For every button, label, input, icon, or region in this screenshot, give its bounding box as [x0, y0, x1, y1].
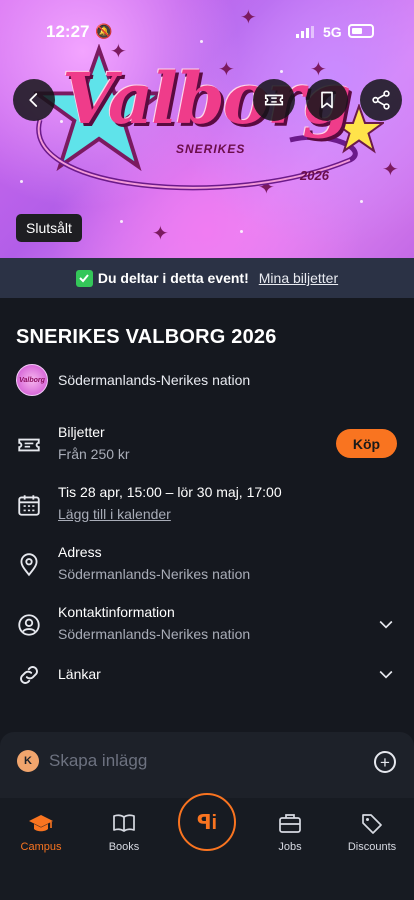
tickets-label: Biljetter — [58, 424, 105, 440]
user-avatar: K — [17, 750, 39, 772]
nav-home-logo[interactable]: ꟼi — [178, 793, 236, 851]
location-icon — [20, 553, 38, 577]
status-time: 12:27 — [46, 22, 90, 41]
tickets-price: Från 250 kr — [58, 446, 130, 462]
my-tickets-link[interactable]: Mina biljetter — [259, 270, 338, 286]
create-post-bar[interactable]: K Skapa inlägg + — [0, 732, 414, 798]
address-value: Södermanlands-Nerikes nation — [58, 566, 251, 582]
add-to-calendar-link[interactable]: Lägg till i kalender — [58, 506, 171, 522]
date-row: Tis 28 apr, 15:00 – lör 30 maj, 17:00 Lä… — [16, 484, 398, 528]
tickets-button[interactable] — [253, 79, 295, 121]
status-bar: 12:27 🔕 5G — [0, 20, 414, 46]
create-post-input[interactable]: Skapa inlägg — [49, 751, 147, 771]
graduation-cap-icon — [29, 815, 53, 832]
ticket-icon — [264, 94, 284, 106]
chevron-down-icon[interactable] — [376, 664, 396, 684]
organizer[interactable]: Valborg Södermanlands-Nerikes nation — [16, 364, 250, 396]
ticket-icon — [18, 438, 40, 452]
bookmark-icon — [321, 91, 333, 109]
links-label: Länkar — [58, 666, 101, 682]
mute-icon: 🔕 — [95, 23, 113, 39]
chevron-down-icon[interactable] — [376, 614, 396, 634]
links-row[interactable]: Länkar — [16, 662, 398, 690]
tag-icon — [362, 814, 382, 834]
attendance-banner: Du deltar i detta event! Mina biljetter — [0, 258, 414, 298]
nav-books[interactable]: Books — [84, 812, 164, 853]
checkmark-icon — [75, 269, 93, 287]
share-icon — [372, 90, 390, 110]
contact-value: Södermanlands-Nerikes nation — [58, 626, 251, 642]
nav-campus[interactable]: Campus — [1, 812, 81, 853]
nav-discounts[interactable]: Discounts — [332, 812, 412, 853]
back-button[interactable] — [13, 79, 55, 121]
briefcase-icon — [279, 814, 301, 833]
organizer-name: Södermanlands-Nerikes nation — [58, 372, 251, 388]
book-icon — [113, 814, 135, 832]
sparkle — [20, 180, 23, 183]
contact-icon — [18, 614, 40, 636]
star-icon: ✦ — [152, 223, 169, 245]
sparkle — [240, 230, 243, 233]
logo-icon: ꟼi — [196, 811, 218, 834]
sold-out-badge: Slutsålt — [16, 214, 82, 242]
nav-jobs[interactable]: Jobs — [250, 812, 330, 853]
back-icon — [29, 93, 38, 107]
sparkle — [120, 220, 123, 223]
event-logo-sub: SNERIKES — [176, 142, 246, 156]
calendar-icon — [18, 495, 40, 516]
address-row[interactable]: Adress Södermanlands-Nerikes nation — [16, 544, 398, 588]
link-icon — [20, 666, 38, 684]
share-button[interactable] — [360, 79, 402, 121]
event-logo-year: 2026 — [300, 168, 329, 183]
contact-row[interactable]: Kontaktinformation Södermanlands-Nerikes… — [16, 604, 398, 648]
network-type: 5G — [323, 24, 342, 40]
signal-icon — [296, 26, 314, 38]
plus-icon[interactable]: + — [374, 751, 396, 773]
bottom-nav: Campus Books ꟼi Jobs Discounts — [0, 793, 414, 900]
contact-label: Kontaktinformation — [58, 604, 175, 620]
address-label: Adress — [58, 544, 102, 560]
event-title: SNERIKES VALBORG 2026 — [16, 326, 277, 348]
attendance-message: Du deltar i detta event! — [97, 270, 249, 286]
battery-icon — [348, 24, 374, 38]
star-icon: ✦ — [382, 159, 399, 181]
bookmark-button[interactable] — [306, 79, 348, 121]
organizer-avatar: Valborg — [16, 364, 48, 396]
event-date: Tis 28 apr, 15:00 – lör 30 maj, 17:00 — [58, 484, 282, 500]
buy-button[interactable]: Köp — [336, 429, 397, 458]
